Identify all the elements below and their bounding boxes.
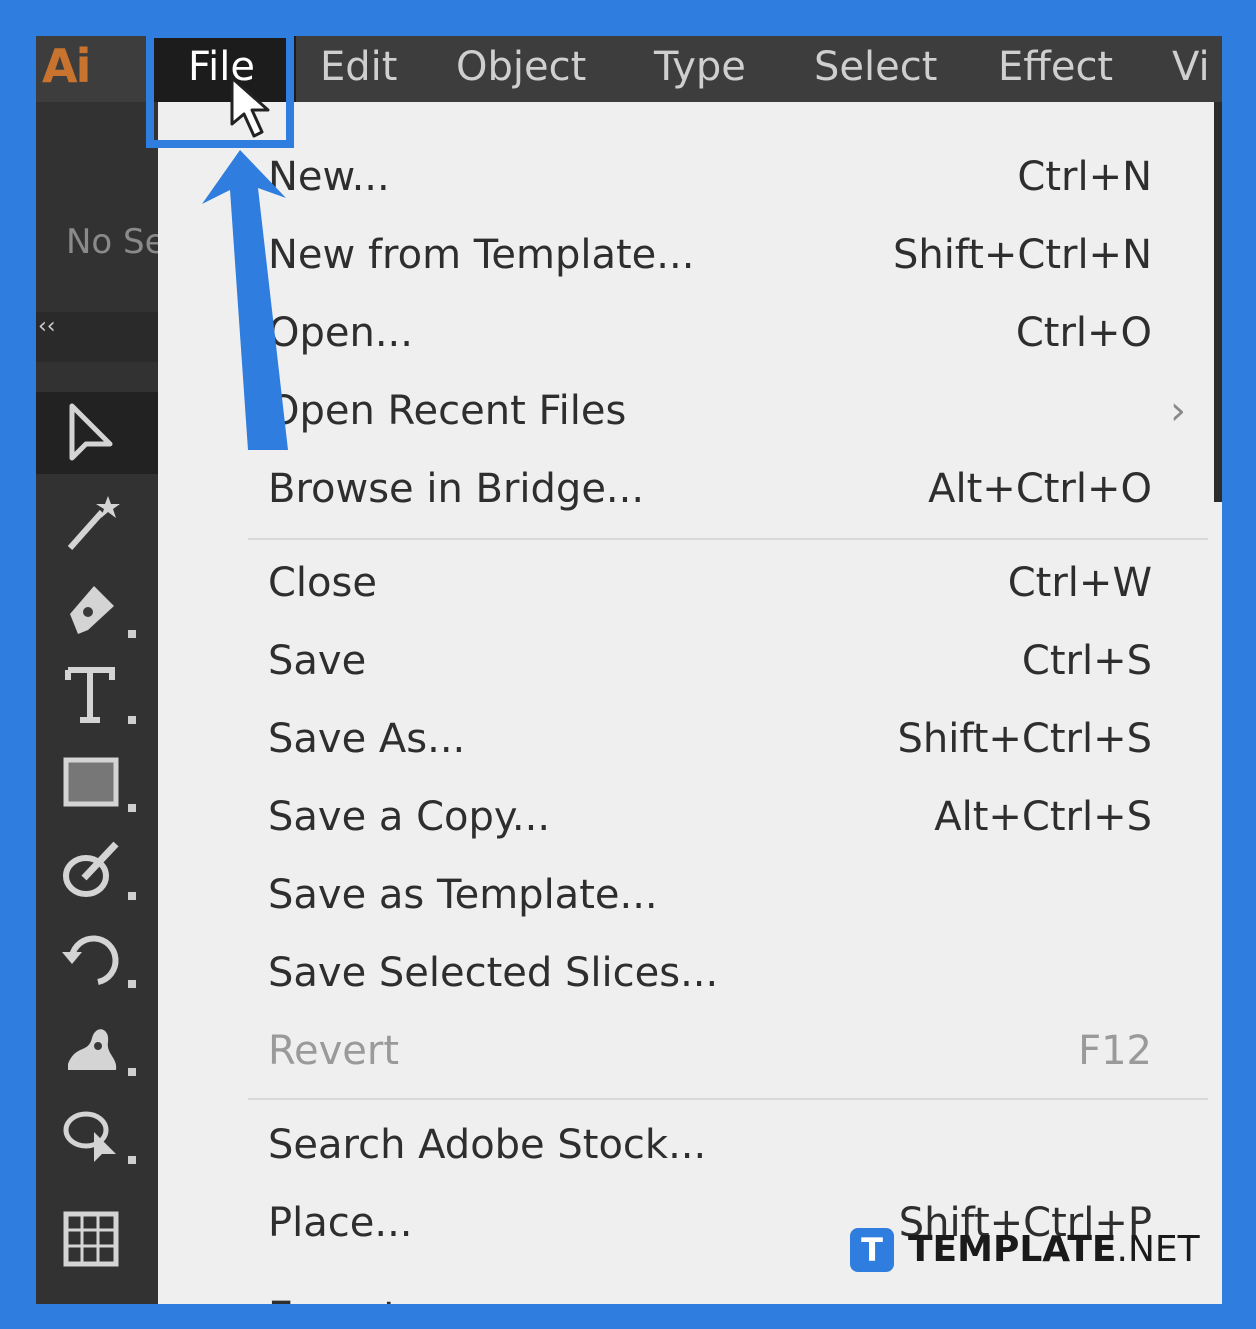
menu-item-label: Export xyxy=(268,1294,399,1304)
menu-item-browse-in-bridge[interactable]: Browse in Bridge... Alt+Ctrl+O xyxy=(268,458,1152,528)
menu-item-save[interactable]: Save Ctrl+S xyxy=(268,630,1152,700)
tool-group-indicator xyxy=(128,716,136,724)
menu-item-label: Save as Template... xyxy=(268,872,658,918)
tool-group-indicator xyxy=(128,980,136,988)
menu-item-label: Open Recent Files xyxy=(268,388,627,434)
menu-item-label: Search Adobe Stock... xyxy=(268,1122,707,1168)
menu-item-open-recent-files[interactable]: Open Recent Files › xyxy=(268,380,1186,450)
tool-group-indicator xyxy=(128,892,136,900)
selection-status: No Se xyxy=(66,222,166,262)
menu-item-shortcut: Shift+Ctrl+S xyxy=(897,716,1152,762)
menu-item-label: Browse in Bridge... xyxy=(268,466,645,512)
puppet-warp-icon xyxy=(68,1029,117,1070)
menu-item-open[interactable]: Open... Ctrl+O xyxy=(268,302,1152,372)
rotate-tool[interactable] xyxy=(36,918,158,1000)
menu-view[interactable]: Vi xyxy=(1172,36,1210,102)
menu-item-shortcut: Ctrl+O xyxy=(1015,310,1152,356)
submenu-chevron-icon: › xyxy=(1170,388,1186,434)
mouse-cursor-icon xyxy=(230,76,270,138)
menu-item-shortcut: Ctrl+S xyxy=(1021,638,1152,684)
watermark-brand: TEMPLATE xyxy=(908,1229,1117,1270)
menu-item-shortcut: Ctrl+N xyxy=(1017,154,1152,200)
selection-arrow-icon xyxy=(69,403,113,461)
watermark-text: TEMPLATE.NET xyxy=(908,1228,1200,1272)
menu-effect[interactable]: Effect xyxy=(998,36,1113,102)
tool-group-indicator xyxy=(128,804,136,812)
menu-item-revert: Revert F12 xyxy=(268,1020,1152,1090)
tool-group-indicator xyxy=(128,630,136,638)
menu-item-label: Revert xyxy=(268,1028,400,1074)
menu-item-label: Save Selected Slices... xyxy=(268,950,719,996)
panel-grip-icon[interactable]: ‹‹ xyxy=(38,314,56,339)
menu-item-label: Close xyxy=(268,560,377,606)
screenshot-frame: Ai File Edit Object Type Select Effect V… xyxy=(0,0,1256,1329)
template-logo-icon: T xyxy=(850,1228,894,1272)
menu-item-save-as-template[interactable]: Save as Template... xyxy=(268,864,1152,934)
menu-item-shortcut: F12 xyxy=(1078,1028,1152,1074)
menu-item-shortcut: Alt+Ctrl+O xyxy=(928,466,1152,512)
menu-object[interactable]: Object xyxy=(456,36,586,102)
menu-type[interactable]: Type xyxy=(654,36,746,102)
menu-item-new[interactable]: New... Ctrl+N xyxy=(268,146,1152,216)
selection-tool[interactable] xyxy=(36,392,158,474)
menu-separator xyxy=(248,538,1208,540)
mesh-tool[interactable] xyxy=(36,1198,158,1280)
shaper-tool[interactable] xyxy=(36,830,158,912)
magic-wand-icon xyxy=(67,496,120,550)
window-edge xyxy=(1214,102,1222,502)
menu-item-shortcut: Shift+Ctrl+N xyxy=(892,232,1152,278)
menu-item-label: Save a Copy... xyxy=(268,794,551,840)
shape-builder-tool[interactable] xyxy=(36,1094,158,1176)
menu-item-save-as[interactable]: Save As... Shift+Ctrl+S xyxy=(268,708,1152,778)
pen-tool[interactable] xyxy=(36,568,158,650)
shaper-tool-icon xyxy=(63,841,119,897)
mesh-tool-icon xyxy=(63,1211,119,1267)
menu-item-label: Place... xyxy=(268,1200,413,1246)
pen-tool-icon xyxy=(70,586,114,634)
file-menu-dropdown: New... Ctrl+N New from Template... Shift… xyxy=(158,102,1222,1304)
menu-item-close[interactable]: Close Ctrl+W xyxy=(268,552,1152,622)
tool-group-indicator xyxy=(128,1156,136,1164)
type-tool[interactable] xyxy=(36,654,158,736)
type-tool-icon xyxy=(65,667,115,723)
tool-group-indicator xyxy=(128,1068,136,1076)
menu-item-export[interactable]: Export › xyxy=(268,1286,1186,1304)
submenu-chevron-icon: › xyxy=(1170,1294,1186,1304)
tools-panel: No Se ‹‹ xyxy=(36,102,166,1304)
menu-separator xyxy=(248,1098,1208,1100)
menu-item-label: Save As... xyxy=(268,716,466,762)
menu-select[interactable]: Select xyxy=(814,36,937,102)
menu-item-shortcut: Ctrl+W xyxy=(1007,560,1152,606)
rectangle-tool-icon xyxy=(63,757,119,807)
rectangle-tool[interactable] xyxy=(36,742,158,824)
menu-item-new-from-template[interactable]: New from Template... Shift+Ctrl+N xyxy=(268,224,1152,294)
arrow-up-icon xyxy=(202,150,288,450)
menu-item-shortcut: Alt+Ctrl+S xyxy=(934,794,1152,840)
magic-wand-tool[interactable] xyxy=(36,482,158,564)
menu-item-search-adobe-stock[interactable]: Search Adobe Stock... xyxy=(268,1114,1152,1184)
watermark-suffix: .NET xyxy=(1116,1229,1200,1270)
menu-edit[interactable]: Edit xyxy=(320,36,397,102)
rotate-tool-icon xyxy=(62,935,119,985)
puppet-warp-tool[interactable] xyxy=(36,1006,158,1088)
menu-item-save-selected-slices[interactable]: Save Selected Slices... xyxy=(268,942,1152,1012)
menu-item-label: Save xyxy=(268,638,367,684)
menu-item-label: New from Template... xyxy=(268,232,695,278)
shape-builder-icon xyxy=(63,1111,116,1162)
app-logo: Ai xyxy=(42,39,91,93)
menu-item-save-a-copy[interactable]: Save a Copy... Alt+Ctrl+S xyxy=(268,786,1152,856)
